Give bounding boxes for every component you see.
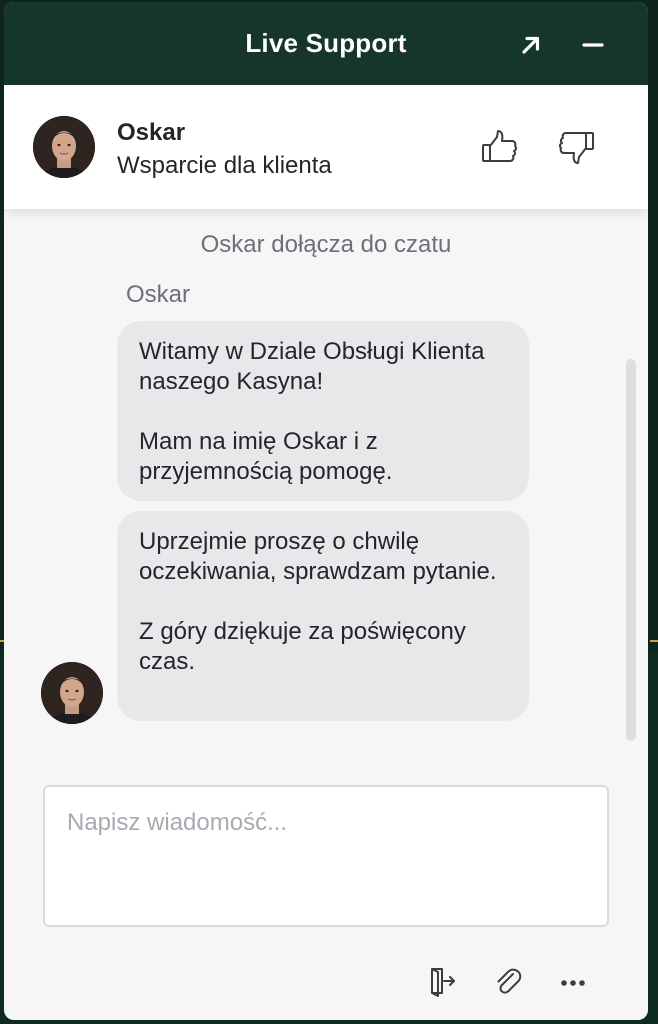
message-sender-name: Oskar — [126, 281, 191, 308]
minimize-button[interactable] — [578, 30, 608, 60]
rate-negative-button[interactable] — [557, 127, 597, 167]
agent-avatar — [33, 116, 95, 178]
paperclip-icon — [497, 968, 522, 994]
expand-button[interactable] — [516, 30, 546, 60]
live-support-widget: Live Support Oskar Wsparcie dla klienta … — [4, 2, 648, 1020]
thumbs-down-icon — [558, 132, 594, 164]
minus-icon — [582, 43, 604, 47]
attach-file-button[interactable] — [491, 964, 525, 998]
system-notice: Oskar dołącza do czatu — [200, 231, 452, 258]
message-composer — [43, 785, 609, 927]
arrow-up-right-icon — [522, 36, 540, 54]
widget-header: Live Support — [4, 2, 648, 85]
end-chat-button[interactable] — [425, 964, 459, 998]
more-dots-icon — [561, 980, 585, 986]
thumbs-up-icon — [482, 130, 518, 162]
more-options-button[interactable] — [557, 964, 591, 998]
exit-chat-icon — [431, 968, 455, 997]
background-accent-line — [650, 640, 658, 642]
message-scrollbar[interactable] — [626, 359, 636, 741]
agent-role: Wsparcie dla klienta — [117, 152, 332, 179]
widget-title: Live Support — [245, 28, 407, 58]
rate-positive-button[interactable] — [479, 127, 519, 167]
agent-card: Oskar Wsparcie dla klienta — [4, 85, 648, 209]
agent-name: Oskar — [117, 119, 186, 146]
message-input[interactable] — [45, 787, 607, 925]
message-bubble: Witamy w Dziale Obsługi Klienta naszego … — [117, 321, 529, 501]
sender-avatar — [41, 662, 103, 724]
message-list: Oskar dołącza do czatu Oskar Witamy w Dz… — [4, 209, 648, 749]
message-bubble: Uprzejmie proszę o chwilę oczekiwania, s… — [117, 511, 529, 721]
